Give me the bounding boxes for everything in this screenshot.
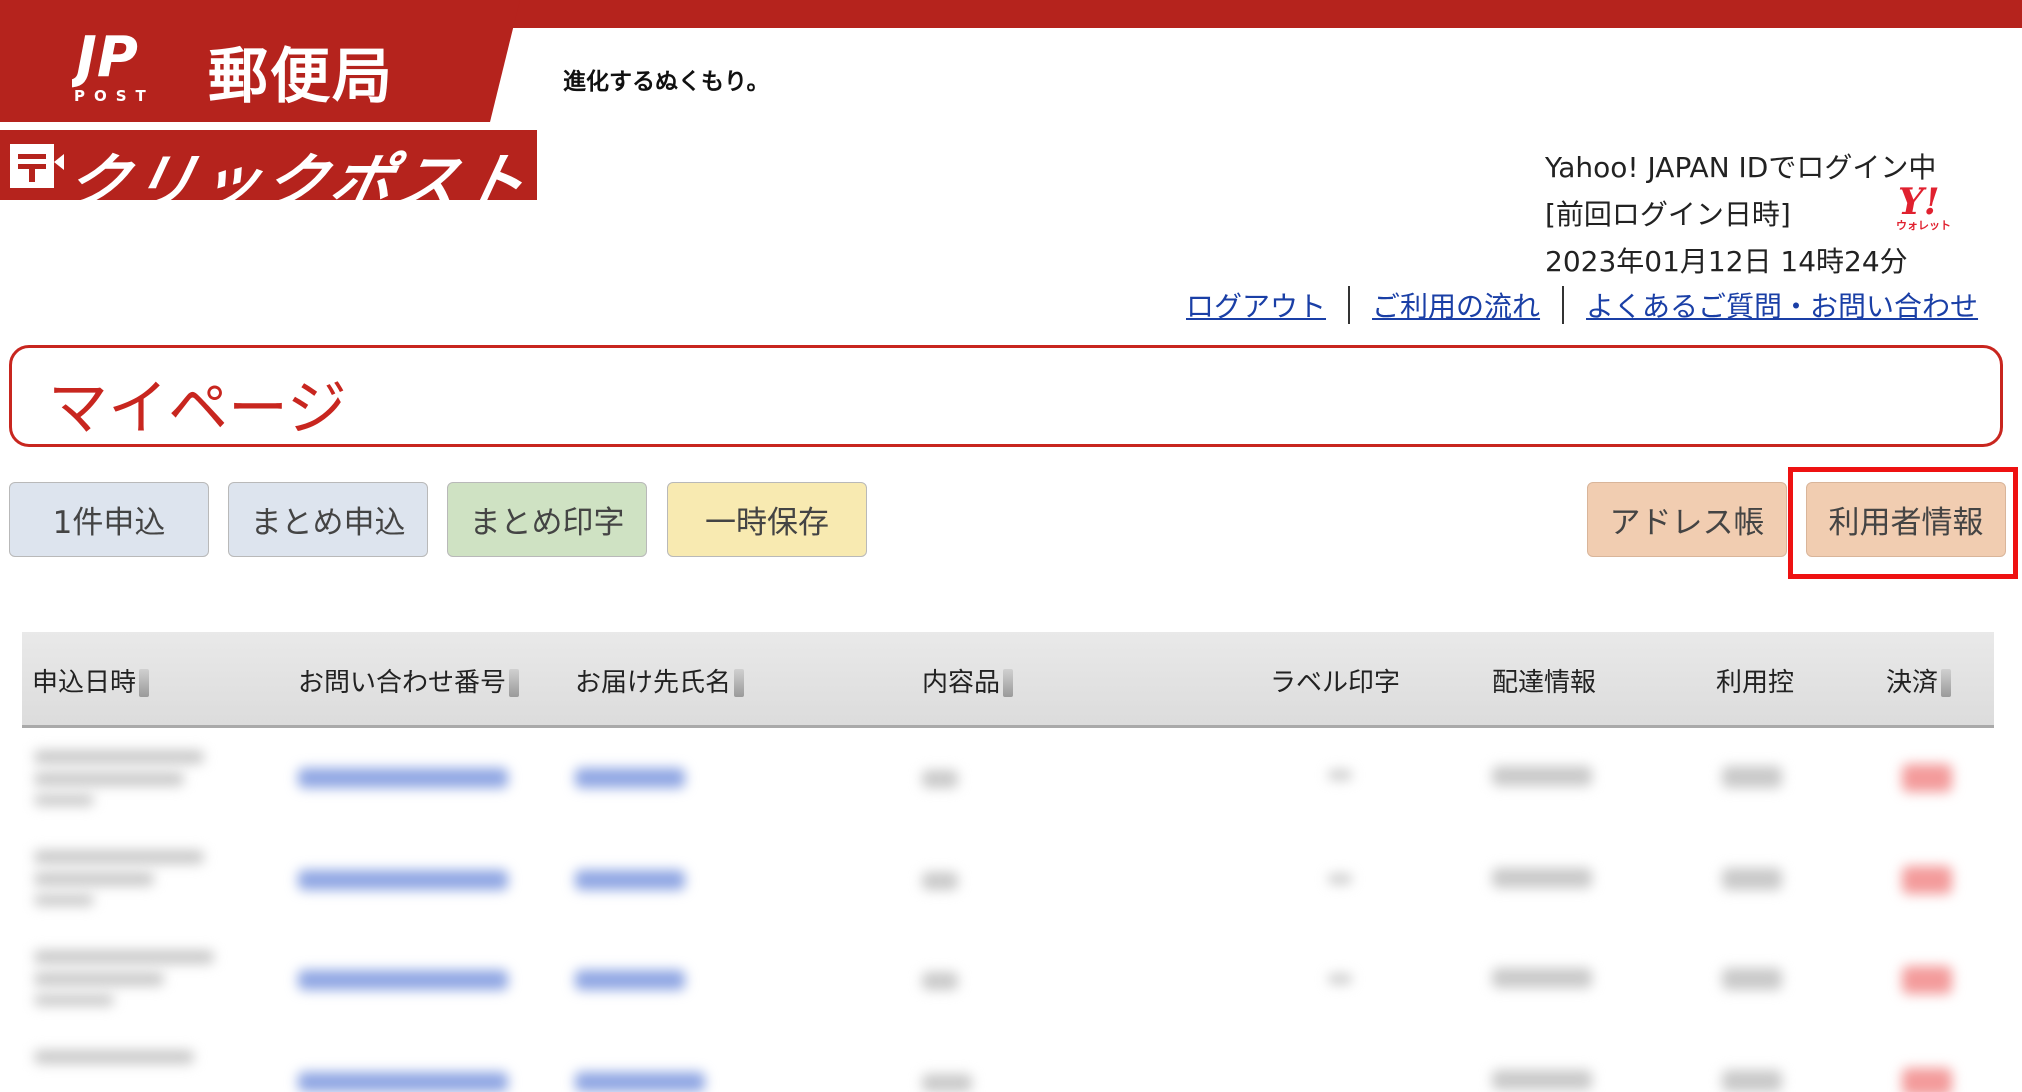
clickpost-title: クリックポスト xyxy=(59,146,537,200)
yubinkyoku-label: 郵便局 xyxy=(208,42,394,112)
page-title-box: マイページ xyxy=(9,345,2003,447)
yahoo-wallet-icon: Y! ウォレット xyxy=(1896,182,1951,232)
brand-header: JP POST 郵便局 xyxy=(0,0,520,122)
clickpost-logo[interactable]: クリックポスト xyxy=(0,130,537,200)
link-divider xyxy=(1348,286,1351,324)
sort-icon[interactable] xyxy=(139,669,150,697)
svg-text:Y!: Y! xyxy=(1898,182,1940,223)
column-header-contents[interactable]: 内容品 xyxy=(922,662,1014,699)
svg-text:JP: JP xyxy=(72,26,138,90)
table-body xyxy=(22,730,1994,1092)
table-header: 申込日時 お問い合わせ番号 お届け先氏名 内容品 ラベル印字 配達情報 利用控 … xyxy=(22,632,1994,728)
column-header-date[interactable]: 申込日時 xyxy=(32,662,150,699)
table-row[interactable] xyxy=(22,930,1994,1030)
jp-post-logo-icon: JP POST xyxy=(72,26,155,105)
header-links: ログアウト ご利用の流れ よくあるご質問・お問い合わせ xyxy=(1186,285,1978,325)
bulk-apply-button[interactable]: まとめ申込 xyxy=(228,482,428,557)
address-book-button[interactable]: アドレス帳 xyxy=(1587,482,1787,557)
tagline: 進化するぬくもり。 xyxy=(563,69,770,95)
sort-icon[interactable] xyxy=(509,669,520,697)
table-row[interactable] xyxy=(22,830,1994,930)
link-divider xyxy=(1562,286,1565,324)
faq-contact-link[interactable]: よくあるご質問・お問い合わせ xyxy=(1586,285,1978,325)
column-header-label-print: ラベル印字 xyxy=(1270,668,1401,698)
sort-icon[interactable] xyxy=(1941,669,1952,697)
usage-flow-link[interactable]: ご利用の流れ xyxy=(1372,285,1540,325)
table-row[interactable] xyxy=(22,1030,1994,1092)
sort-icon[interactable] xyxy=(1003,669,1014,697)
highlight-box xyxy=(1788,467,2018,579)
column-header-receipt: 利用控 xyxy=(1716,668,1795,698)
column-header-recipient[interactable]: お届け先氏名 xyxy=(575,662,745,699)
svg-text:POST: POST xyxy=(74,87,155,105)
page-title: マイページ xyxy=(48,374,347,444)
svg-text:ウォレット: ウォレット xyxy=(1896,219,1951,232)
last-login-datetime: 2023年01月12日 14時24分 xyxy=(1545,245,1908,278)
column-header-payment[interactable]: 決済 xyxy=(1886,662,1952,699)
login-status: Yahoo! JAPAN IDでログイン中 xyxy=(1545,151,1937,184)
column-header-tracking[interactable]: お問い合わせ番号 xyxy=(298,662,520,699)
bulk-print-button[interactable]: まとめ印字 xyxy=(447,482,647,557)
last-login-label: [前回ログイン日時] xyxy=(1545,198,1791,231)
login-info: Yahoo! JAPAN IDでログイン中 [前回ログイン日時] 2023年01… xyxy=(1545,144,1936,285)
sort-icon[interactable] xyxy=(734,669,745,697)
logout-link[interactable]: ログアウト xyxy=(1186,285,1326,325)
mailbox-icon xyxy=(10,144,64,188)
table-row[interactable] xyxy=(22,730,1994,830)
temp-save-button[interactable]: 一時保存 xyxy=(667,482,867,557)
column-header-delivery: 配達情報 xyxy=(1492,668,1597,698)
single-apply-button[interactable]: 1件申込 xyxy=(9,482,209,557)
